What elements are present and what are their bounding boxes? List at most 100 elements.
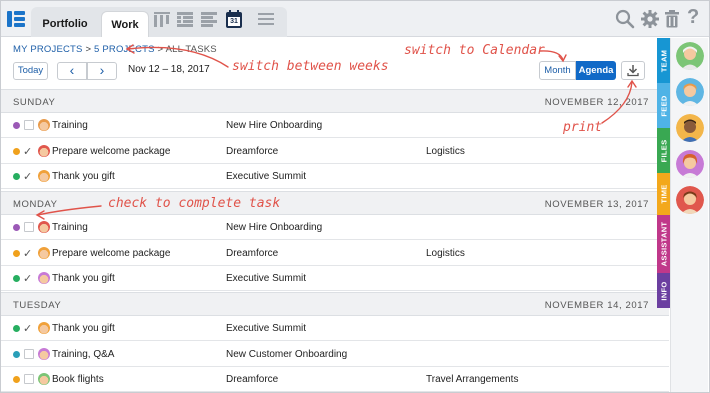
assignee-avatar (38, 221, 50, 233)
task-row[interactable]: ✓ Thank you gift Executive Summit (1, 164, 669, 189)
project-name: Executive Summit (226, 171, 307, 182)
outline-icon[interactable] (175, 9, 195, 29)
day-date: NOVEMBER 13, 2017 (544, 199, 649, 210)
task-checkbox[interactable] (24, 374, 34, 384)
category-name: Logistics (426, 247, 465, 259)
search-icon[interactable] (615, 9, 635, 29)
month-view-button[interactable]: Month (539, 61, 576, 80)
side-tab-files[interactable]: FILES (657, 128, 670, 173)
task-checkbox[interactable] (24, 120, 34, 130)
avatar[interactable] (676, 114, 704, 142)
assignee-avatar (38, 322, 50, 334)
task-name[interactable]: Training (52, 120, 88, 131)
project-name: New Hire Onboarding (226, 120, 323, 131)
chevron-left-icon: ‹ (69, 62, 75, 78)
calendar-icon[interactable]: 31 (224, 9, 244, 29)
top-toolbar: Portfolio Work 31 ? (1, 1, 709, 37)
project-color-dot (13, 173, 20, 180)
assignee-avatar (38, 246, 50, 259)
day-name: SUNDAY (13, 97, 56, 108)
side-tab-feed[interactable]: FEED (657, 83, 670, 128)
tab-work[interactable]: Work (101, 11, 149, 37)
task-name[interactable]: Thank you gift (52, 171, 115, 182)
task-checkbox-checked[interactable]: ✓ (23, 247, 32, 260)
project-name: Dreamforce (226, 145, 279, 157)
task-name[interactable]: Prepare welcome package (52, 146, 170, 157)
download-icon (627, 65, 639, 77)
project-color-dot (13, 275, 20, 282)
side-tab-assistant[interactable]: ASSISTANT (657, 215, 670, 273)
day-header: SUNDAY NOVEMBER 12, 2017 (1, 89, 669, 113)
task-name[interactable]: Thank you gift (52, 323, 115, 334)
annotation-switch-weeks: switch between weeks (232, 59, 389, 74)
task-checkbox-checked[interactable]: ✓ (23, 272, 32, 285)
side-tab-label: FILES (659, 139, 668, 162)
breadcrumb-separator: > (157, 44, 164, 55)
side-tab-team[interactable]: TEAM (657, 38, 670, 83)
tab-portfolio[interactable]: Portfolio (35, 11, 95, 37)
task-checkbox-checked[interactable]: ✓ (23, 145, 32, 158)
side-tab-time[interactable]: TIME (657, 173, 670, 215)
gear-icon[interactable] (640, 9, 660, 29)
side-tab-label: FEED (659, 94, 668, 117)
list-icon[interactable] (199, 9, 219, 29)
task-checkbox-checked[interactable]: ✓ (23, 322, 32, 335)
category-name: Logistics (426, 145, 465, 157)
project-color-dot (13, 376, 20, 383)
task-checkbox[interactable] (24, 222, 34, 232)
task-row[interactable]: ✓ Thank you gift Executive Summit (1, 266, 669, 291)
app-icon[interactable] (7, 11, 25, 27)
assignee-avatar (38, 144, 50, 157)
task-name[interactable]: Training (52, 222, 88, 233)
menu-icon[interactable] (257, 9, 277, 29)
print-button[interactable] (621, 61, 645, 80)
annotation-print: print (563, 120, 603, 135)
chevron-right-icon: › (99, 62, 105, 78)
task-row[interactable]: ✓ Thank you gift Executive Summit (1, 316, 669, 341)
trash-icon[interactable] (663, 9, 681, 29)
task-row[interactable]: ✓ Prepare welcome package Dreamforce Logist… (1, 240, 669, 266)
assignee-avatar (38, 119, 50, 131)
task-row[interactable]: ✓ Prepare welcome package Dreamforce Logist… (1, 138, 669, 164)
avatar[interactable] (676, 78, 704, 106)
breadcrumb-my-projects[interactable]: MY PROJECTS (13, 44, 83, 55)
avatar[interactable] (676, 150, 704, 178)
task-name[interactable]: Prepare welcome package (52, 248, 170, 259)
view-tabs: Portfolio Work 31 (31, 7, 287, 37)
task-row[interactable]: Training, Q&A New Customer Onboarding (1, 341, 669, 367)
task-row[interactable]: Book flights Dreamforce Travel Arrangement… (1, 367, 669, 392)
project-color-dot (13, 224, 20, 231)
agenda-view-button[interactable]: Agenda (576, 61, 616, 80)
prev-week-button[interactable]: ‹ (57, 62, 87, 80)
task-name[interactable]: Thank you gift (52, 273, 115, 284)
day-date: NOVEMBER 14, 2017 (544, 300, 649, 311)
task-checkbox[interactable] (24, 348, 34, 359)
day-header: TUESDAY NOVEMBER 14, 2017 (1, 292, 669, 316)
task-row[interactable]: Training New Hire Onboarding (1, 215, 669, 240)
project-color-dot (13, 147, 20, 155)
task-checkbox-checked[interactable]: ✓ (23, 170, 32, 183)
side-tab-label: ASSISTANT (659, 221, 668, 267)
avatar[interactable] (676, 186, 704, 214)
assignee-avatar (38, 272, 50, 284)
side-tab-label: INFO (659, 280, 668, 301)
task-name[interactable]: Training, Q&A (52, 349, 114, 360)
side-tab-label: TEAM (659, 49, 668, 72)
next-week-button[interactable]: › (87, 62, 117, 80)
side-panel-tabs: TEAM FEED FILES TIME ASSISTANT INFO (657, 38, 670, 308)
project-color-dot (13, 122, 20, 129)
task-name[interactable]: Book flights (52, 374, 104, 385)
avatar[interactable] (676, 42, 704, 70)
day-name: TUESDAY (13, 300, 62, 311)
side-tab-label: TIME (659, 184, 668, 204)
help-icon[interactable]: ? (687, 6, 699, 29)
assignee-avatar (38, 170, 50, 182)
breadcrumb-5-projects[interactable]: 5 PROJECTS (94, 44, 155, 55)
today-button[interactable]: Today (13, 62, 48, 80)
project-color-dot (13, 249, 20, 257)
annotation-switch-calendar: switch to Calendar (404, 43, 545, 58)
project-color-dot (13, 325, 20, 332)
side-tab-info[interactable]: INFO (657, 273, 670, 308)
breadcrumb: MY PROJECTS > 5 PROJECTS > ALL TASKS (13, 44, 217, 55)
columns-icon[interactable] (152, 9, 172, 29)
